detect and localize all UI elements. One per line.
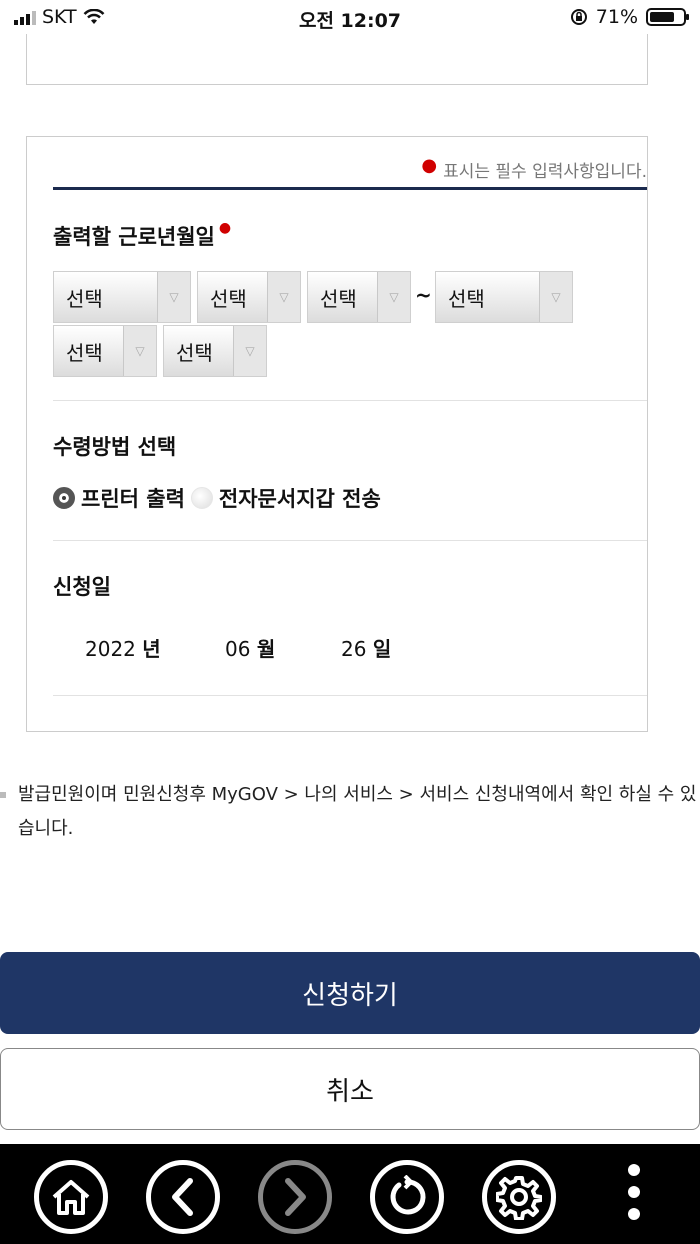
settings-button[interactable] [482,1160,556,1234]
info-note: 발급민원이며 민원신청후 MyGOV > 나의 서비스 > 서비스 신청내역에서… [0,778,700,846]
info-text: 발급민원이며 민원신청후 MyGOV > 나의 서비스 > 서비스 신청내역에서… [18,784,697,839]
refresh-icon [390,1175,426,1215]
section-divider [53,540,647,541]
required-dot-icon: ● [421,155,438,176]
select-value: 선택 [448,286,485,311]
printer-radio-label[interactable]: 프린터 출력 [81,483,185,513]
month-unit: 월 [256,637,276,661]
apply-month: 06 월 [225,633,275,662]
day-unit: 일 [372,637,392,661]
start-month-select[interactable]: 선택 ▽ [197,271,301,323]
battery-percent: 71% [595,6,638,28]
back-button[interactable] [146,1160,220,1234]
end-year-select[interactable]: 선택 ▽ [435,271,573,323]
printer-radio[interactable] [53,487,75,509]
section-divider [53,695,647,696]
receive-method-title: 수령방법 선택 [53,435,177,459]
select-value: 선택 [176,340,213,365]
settings-icon [496,1176,542,1220]
more-icon[interactable] [628,1164,640,1220]
chevron-down-icon: ▽ [267,272,300,322]
apply-year-value: 2022 [85,637,136,661]
refresh-button[interactable] [370,1160,444,1234]
apply-button[interactable]: 신청하기 [0,952,700,1034]
work-period-title-text: 출력할 근로년월일 [53,225,215,249]
home-icon [52,1180,90,1215]
end-month-select[interactable]: 선택 ▽ [53,325,157,377]
apply-month-value: 06 [225,637,251,661]
e-wallet-radio-label[interactable]: 전자문서지갑 전송 [219,483,381,513]
previous-section-box [26,34,648,85]
apply-year: 2022 년 [85,633,161,662]
apply-day-value: 26 [341,637,367,661]
cancel-button[interactable]: 취소 [0,1048,700,1130]
select-value: 선택 [320,286,357,311]
required-note: ● 표시는 필수 입력사항입니다. [421,155,647,182]
chevron-down-icon: ▽ [233,326,266,376]
start-year-select[interactable]: 선택 ▽ [53,271,191,323]
apply-day: 26 일 [341,633,391,662]
chevron-down-icon: ▽ [539,272,572,322]
required-note-text: 표시는 필수 입력사항입니다. [443,162,647,182]
home-button[interactable] [34,1160,108,1234]
browser-toolbar [0,1144,700,1244]
header-divider [53,187,647,190]
select-value: 선택 [66,340,103,365]
work-period-title: 출력할 근로년월일 ● [53,220,231,251]
battery-icon [646,8,689,26]
e-wallet-radio[interactable] [190,487,213,509]
chevron-down-icon: ▽ [377,272,410,322]
forward-button[interactable] [258,1160,332,1234]
form-box: ● 표시는 필수 입력사항입니다. 출력할 근로년월일 ● 선택 ▽ 선택 ▽ 선택 ▽ … [26,136,648,732]
chevron-down-icon: ▽ [123,326,156,376]
rotation-lock-icon [570,9,587,25]
receive-method-options: 프린터 출력 전자문서지갑 전송 [53,483,381,513]
apply-date-title: 신청일 [53,575,111,599]
status-right: 71% [570,6,689,28]
bullet-icon [0,792,6,798]
status-bar: SKT 오전 12:07 71% [0,0,700,36]
year-unit: 년 [142,637,161,661]
chevron-down-icon: ▽ [157,272,190,322]
range-separator: ~ [415,283,432,307]
select-value: 선택 [210,286,247,311]
section-divider [53,400,647,401]
forward-icon [285,1178,306,1216]
end-day-select[interactable]: 선택 ▽ [163,325,267,377]
back-icon [172,1178,193,1216]
start-day-select[interactable]: 선택 ▽ [307,271,411,323]
required-dot-icon: ● [218,220,232,236]
select-value: 선택 [66,286,103,311]
